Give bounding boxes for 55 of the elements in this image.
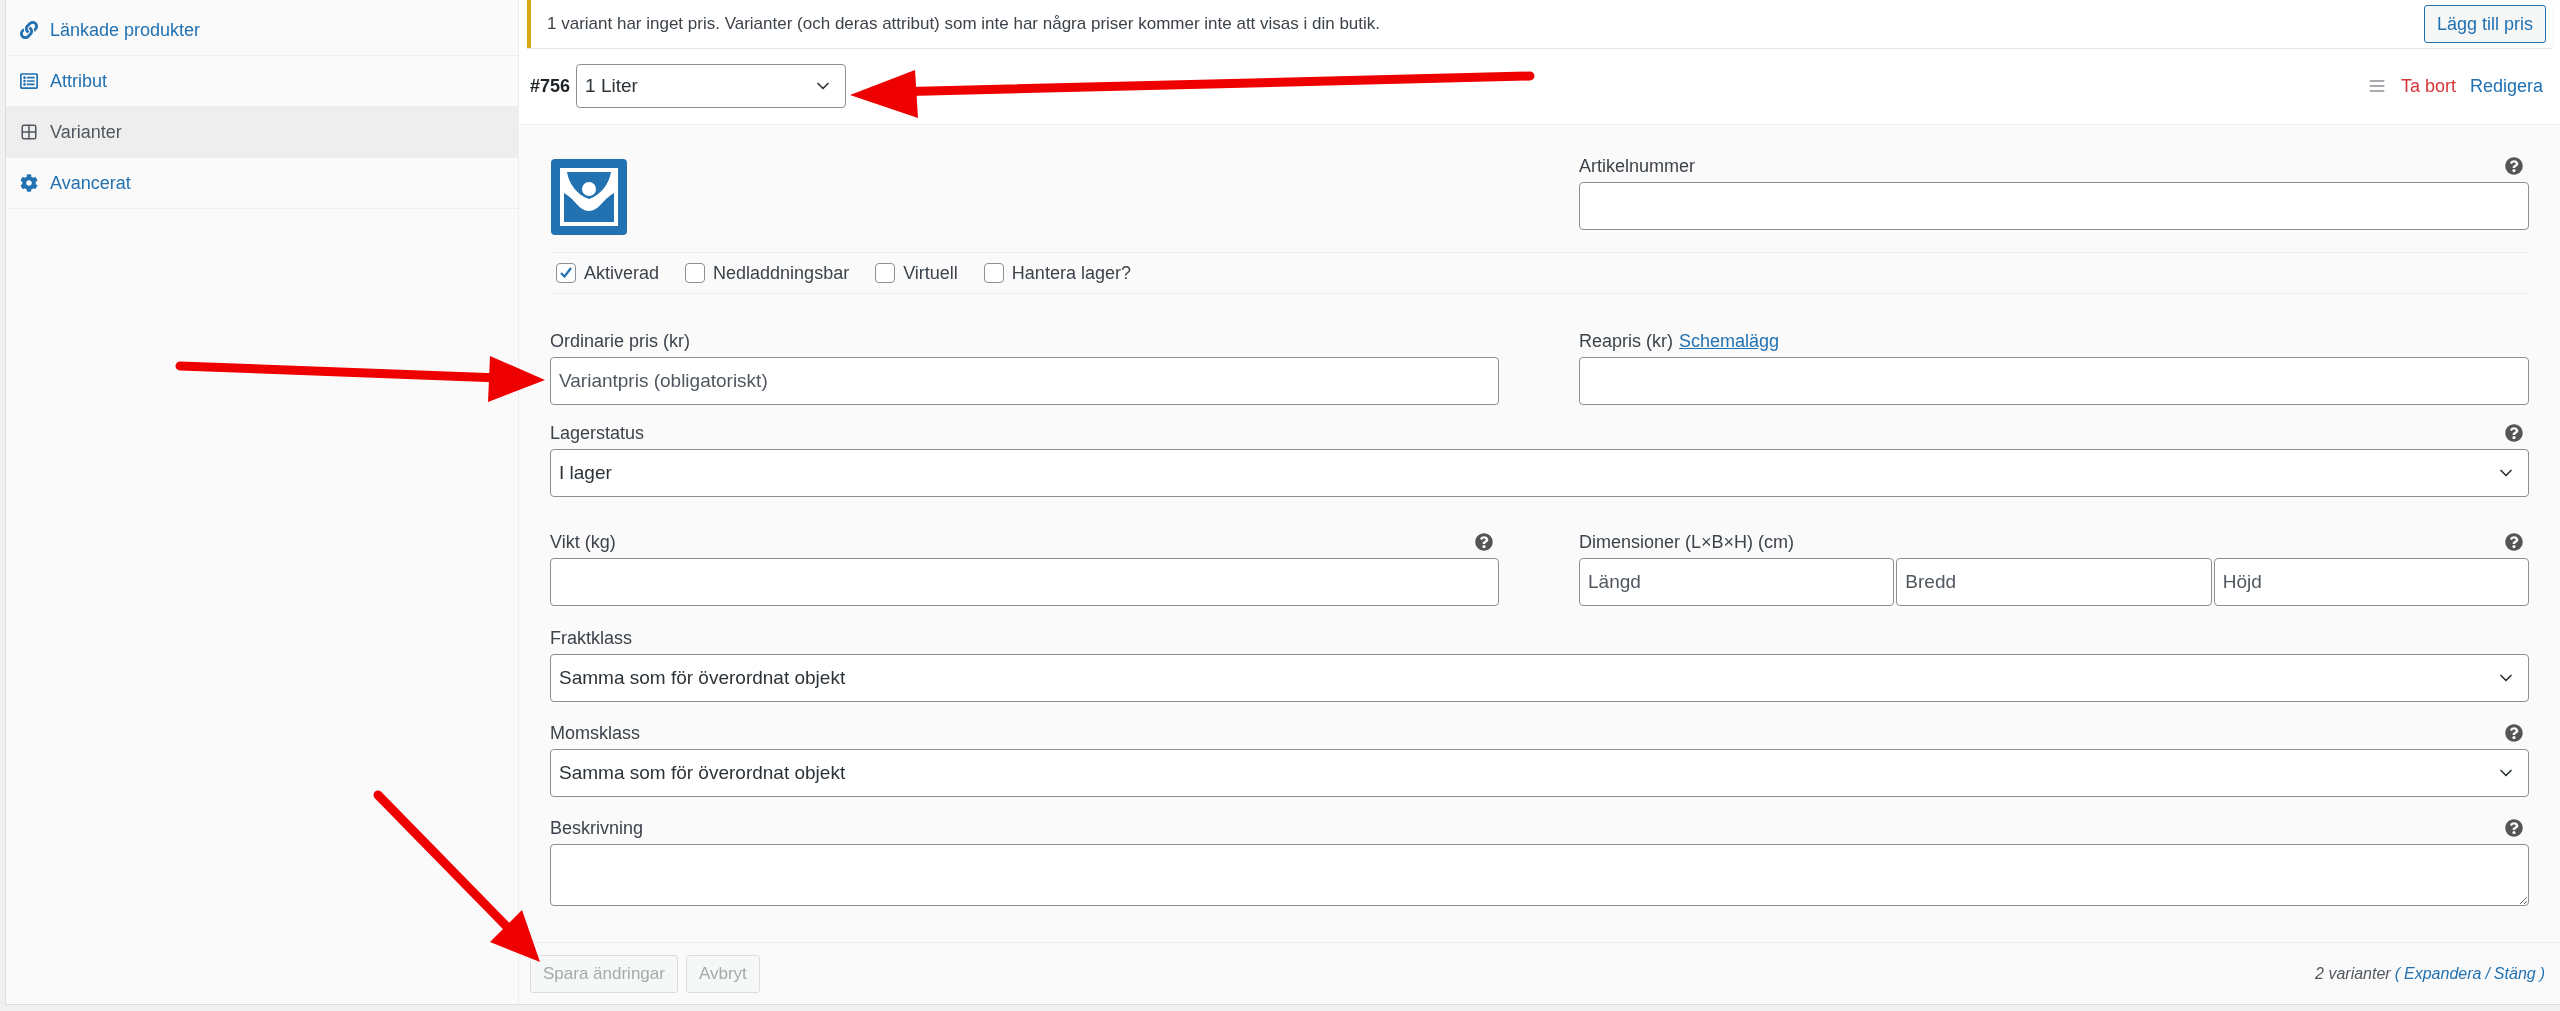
- sidebar-item[interactable]: Avancerat: [6, 158, 518, 209]
- input-field[interactable]: Variantpris (obligatoriskt): [550, 357, 1499, 405]
- checkbox-label: Aktiverad: [584, 261, 660, 285]
- select-dropdown[interactable]: Samma som för överordnat objekt: [550, 654, 2529, 702]
- grid-icon: [20, 123, 38, 141]
- attribute-select[interactable]: 1 Liter: [576, 64, 847, 108]
- help-icon: [2505, 533, 2523, 551]
- input-field[interactable]: Längd: [1579, 558, 1895, 606]
- add-price-button[interactable]: Lägg till pris: [2423, 5, 2546, 43]
- list-icon: [20, 72, 38, 90]
- schedule-link[interactable]: Schemalägg: [1679, 327, 1780, 355]
- sidebar-item[interactable]: Varianter: [6, 107, 518, 158]
- checkbox[interactable]: [875, 263, 896, 283]
- help-icon: [2505, 157, 2523, 175]
- expand-link[interactable]: Expandera: [2404, 961, 2482, 986]
- help-icon: [2505, 819, 2523, 837]
- link-icon: [20, 21, 38, 39]
- help-icon: [2505, 724, 2523, 742]
- checkbox-label: Virtuell: [903, 261, 958, 285]
- field-label: Fraktklass: [550, 626, 632, 650]
- input-field[interactable]: Bredd: [1896, 558, 2212, 606]
- description-textarea[interactable]: [550, 844, 2529, 906]
- edit-link[interactable]: Redigera: [2469, 72, 2543, 100]
- field-label: Reapris (kr): [1579, 329, 1673, 353]
- field-label: Lagerstatus: [550, 421, 645, 445]
- separator: /: [2485, 963, 2490, 984]
- input-field[interactable]: [550, 558, 1499, 606]
- field-label: Artikelnummer: [1579, 154, 1696, 178]
- notice-text: 1 variant har inget pris. Varianter (och deras attribut) som inte har några priser kommer inte att visas i din butik.: [547, 13, 1381, 36]
- input-field[interactable]: [1579, 182, 2529, 230]
- field-label: Momsklass: [550, 721, 640, 745]
- help-icon: [1475, 533, 1493, 551]
- checkbox[interactable]: [685, 263, 706, 283]
- field-label: Beskrivning: [550, 816, 644, 840]
- paren: (: [2394, 963, 2400, 984]
- paren: ): [2539, 963, 2545, 984]
- help-icon: [2505, 424, 2523, 442]
- variant-count: 2 varianter: [2315, 963, 2391, 984]
- close-link[interactable]: Stäng: [2493, 961, 2536, 986]
- field-label: Ordinarie pris (kr): [550, 329, 691, 353]
- field-label: Vikt (kg): [550, 530, 616, 554]
- field-label: Dimensioner (L×B×H) (cm): [1579, 530, 1795, 554]
- checkbox-label: Nedladdningsbar: [713, 261, 850, 285]
- input-field[interactable]: Höjd: [2213, 558, 2529, 606]
- variant-number: #756: [530, 74, 571, 98]
- checkbox[interactable]: [983, 263, 1004, 283]
- input-field[interactable]: [1579, 357, 2529, 405]
- gear-icon: [20, 174, 38, 192]
- sidebar-item[interactable]: Länkade produkter: [6, 5, 518, 56]
- select-dropdown[interactable]: Samma som för överordnat objekt: [550, 749, 2529, 797]
- image-placeholder-icon[interactable]: [551, 159, 627, 235]
- select-dropdown[interactable]: I lager: [550, 449, 2529, 497]
- checkbox-label: Hantera lager?: [1011, 261, 1131, 285]
- delete-link[interactable]: Ta bort: [2400, 72, 2456, 100]
- checkbox[interactable]: [556, 263, 576, 283]
